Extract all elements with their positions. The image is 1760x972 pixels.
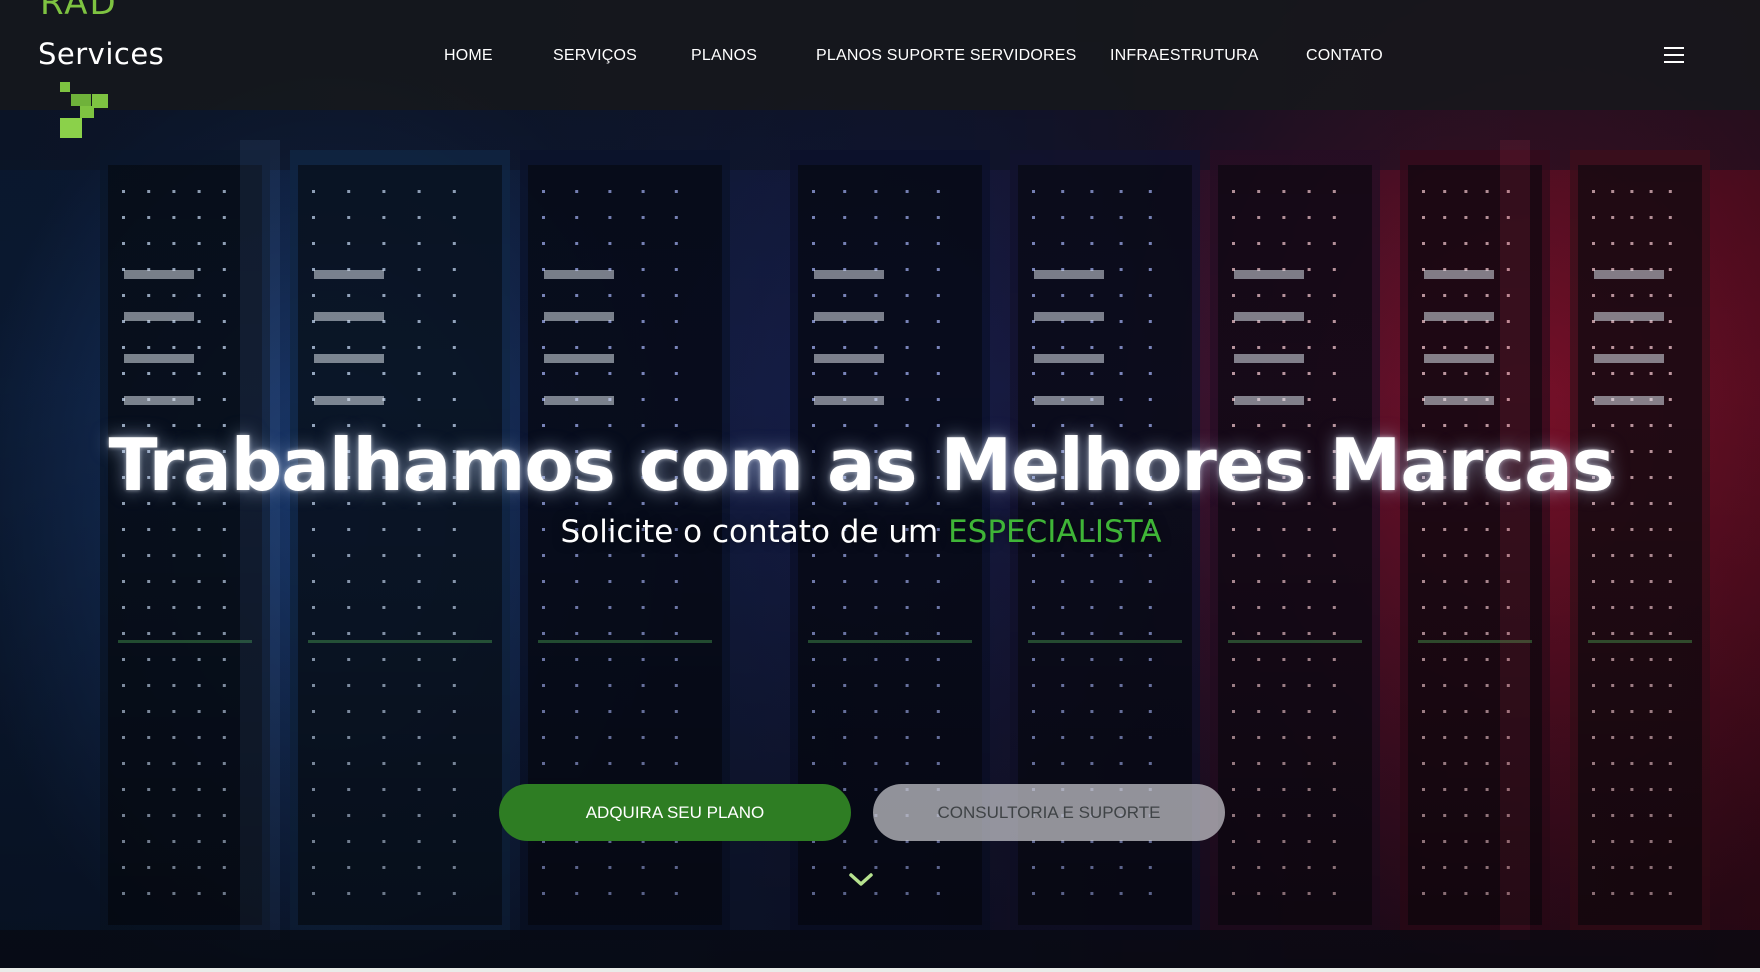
page-bottom-edge — [0, 968, 1760, 972]
hero-subtitle-text: Solicite o contato de um — [560, 514, 949, 550]
consulting-support-button[interactable]: CONSULTORIA E SUPORTE — [873, 784, 1225, 841]
logo[interactable]: RAD Services — [38, 0, 178, 146]
chevron-down-icon[interactable] — [848, 870, 874, 890]
hamburger-menu-icon[interactable] — [1664, 47, 1684, 63]
hero-subtitle: Solicite o contato de um ESPECIALISTA — [0, 512, 1722, 552]
nav-item-planos-suporte-servidores[interactable]: PLANOS SUPORTE SERVIDORES — [816, 46, 1076, 66]
nav-item-home[interactable]: HOME — [444, 46, 493, 66]
hero-title: Trabalhamos com as Melhores Marcas — [108, 423, 1614, 507]
nav-item-servicos[interactable]: SERVIÇOS — [553, 46, 637, 66]
logo-services-text: Services — [38, 37, 165, 71]
logo-rad-text: RAD — [40, 0, 118, 23]
acquire-plan-button[interactable]: ADQUIRA SEU PLANO — [499, 784, 851, 841]
logo-pixel-mark-icon — [60, 82, 108, 138]
site-header: RAD Services HOME SERVIÇOS PLANOS PLANOS… — [0, 0, 1760, 138]
nav-item-planos[interactable]: PLANOS — [691, 46, 757, 66]
page: RAD Services HOME SERVIÇOS PLANOS PLANOS… — [0, 0, 1760, 972]
hero-subtitle-accent: ESPECIALISTA — [948, 514, 1162, 550]
nav-item-infraestrutura[interactable]: INFRAESTRUTURA — [1110, 46, 1259, 66]
nav-item-contato[interactable]: CONTATO — [1306, 46, 1383, 66]
